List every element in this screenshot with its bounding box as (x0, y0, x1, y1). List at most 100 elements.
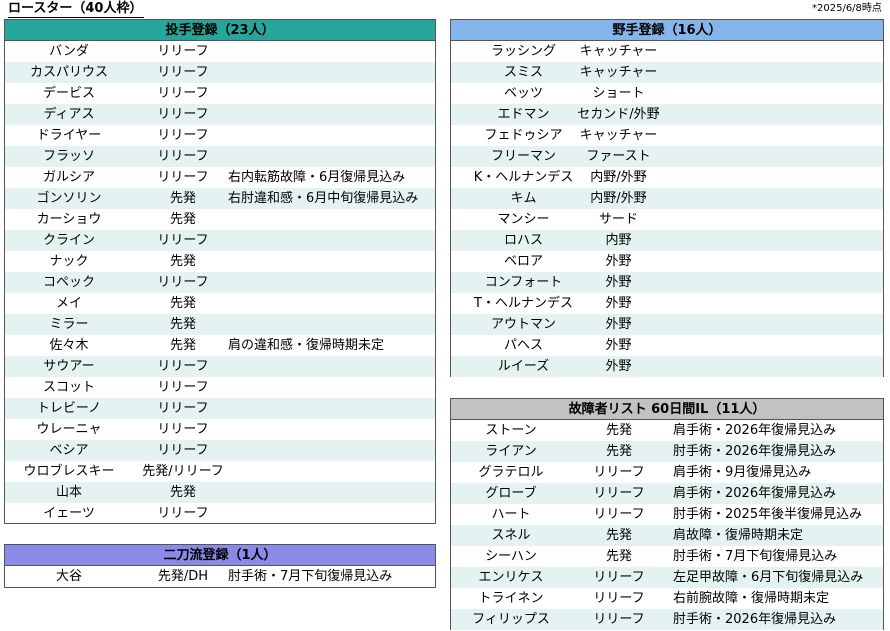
table-row: ラッシング キャッチャー (451, 41, 883, 62)
cell-name: イェーツ (43, 506, 95, 521)
cell-status (228, 125, 438, 146)
cell-role: リリーフ (157, 107, 209, 122)
cell-pos: 外野 (605, 317, 632, 332)
table-row: バンダ リリーフ (5, 41, 435, 62)
table-row: グラテロル リリーフ 肩手術・9月復帰見込み (451, 462, 883, 483)
fielders-heading: 野手登録（16人） (451, 20, 883, 41)
table-row: イェーツ リリーフ (5, 503, 435, 524)
cell-pos: 内野/外野 (590, 191, 647, 206)
table-row: ディアス リリーフ (5, 104, 435, 125)
cell-status (228, 251, 438, 272)
cell-role: リリーフ (157, 275, 209, 290)
cell-role: リリーフ (593, 507, 645, 522)
cell-role: リリーフ (593, 486, 645, 501)
cell-role: 先発 (605, 528, 632, 543)
cell-name: カスパリウス (29, 65, 108, 80)
table-row: ウレーニャ リリーフ (5, 419, 435, 440)
cell-status (228, 230, 438, 251)
cell-role: 先発/リリーフ (142, 464, 224, 479)
cell-status (228, 83, 438, 104)
table-row: ベロア 外野 (451, 251, 883, 272)
cell-pos: 内野 (605, 233, 632, 248)
table-row: コペック リリーフ (5, 272, 435, 293)
cell-role: リリーフ (157, 422, 209, 437)
cell-status (228, 377, 438, 398)
table-row: ベシア リリーフ (5, 440, 435, 461)
cell-pos: キャッチャー (579, 128, 658, 143)
cell-name: グローブ (485, 486, 537, 501)
cell-status (228, 314, 438, 335)
cell-role: リリーフ (157, 170, 209, 185)
table-row: サウアー リリーフ (5, 356, 435, 377)
table-row: ベッツ ショート (451, 83, 883, 104)
table-row: 大谷 先発/DH 肘手術・7月下旬復帰見込み (5, 566, 435, 587)
twoway-panel: 二刀流登録（1人） 大谷 先発/DH 肘手術・7月下旬復帰見込み (4, 544, 436, 588)
cell-role: 先発 (169, 485, 196, 500)
fielders-list: ラッシング キャッチャー スミス キャッチャー ベッツ ショート エドマン セカンド/外野 フェ… (451, 41, 883, 377)
table-row: T・ヘルナンデス 外野 (451, 293, 883, 314)
cell-pos: 外野 (605, 296, 632, 311)
cell-name: 大谷 (55, 569, 82, 584)
cell-pos: キャッチャー (579, 65, 658, 80)
table-row: フィリップス リリーフ 肘手術・2026年復帰見込み (451, 609, 883, 630)
cell-pos: 外野 (605, 338, 632, 353)
table-row: マンシー サード (451, 209, 883, 230)
cell-role: 先発 (169, 212, 196, 227)
table-row: シーハン 先発 肘手術・7月下旬復帰見込み (451, 546, 883, 567)
table-row: メイ 先発 (5, 293, 435, 314)
cell-status (228, 482, 438, 503)
cell-status (228, 62, 438, 83)
cell-pos: サード (598, 212, 638, 227)
cell-name: メイ (55, 296, 82, 311)
cell-status: 肩故障・復帰時期未定 (673, 528, 804, 543)
table-row: エンリケス リリーフ 左足甲故障・6月下旬復帰見込み (451, 567, 883, 588)
cell-pos: 外野 (605, 254, 632, 269)
table-row: ゴンソリン 先発 右肘違和感・6月中旬復帰見込み (5, 188, 435, 209)
cell-status: 肘手術・7月下旬復帰見込み (673, 549, 838, 564)
table-row: フェドゥシア キャッチャー (451, 125, 883, 146)
cell-status (228, 41, 438, 62)
cell-pos: キャッチャー (579, 44, 658, 59)
cell-role: 先発 (169, 296, 196, 311)
cell-pos: 外野 (605, 275, 632, 290)
injured-heading: 故障者リスト 60日間IL（11人） (451, 399, 883, 420)
cell-role: 先発 (169, 317, 196, 332)
table-row: 佐々木 先発 肩の違和感・復帰時期未定 (5, 335, 435, 356)
cell-status: 肩手術・2026年復帰見込み (673, 423, 837, 438)
cell-name: ガルシア (42, 170, 95, 185)
table-row: フリーマン ファースト (451, 146, 883, 167)
cell-name: スコット (42, 380, 95, 395)
cell-name: 山本 (55, 485, 82, 500)
table-row: カスパリウス リリーフ (5, 62, 435, 83)
table-row: グローブ リリーフ 肩手術・2026年復帰見込み (451, 483, 883, 504)
cell-name: ベシア (49, 443, 89, 458)
cell-role: リリーフ (157, 44, 209, 59)
cell-status (228, 461, 438, 482)
table-row: エドマン セカンド/外野 (451, 104, 883, 125)
as-of-date: *2025/6/8時点 (812, 3, 882, 14)
table-row: トレビーノ リリーフ (5, 398, 435, 419)
cell-name: ハート (491, 507, 531, 522)
table-row: デービス リリーフ (5, 83, 435, 104)
table-row: ルイーズ 外野 (451, 356, 883, 377)
cell-pos: セカンド/外野 (577, 107, 660, 122)
cell-name: ドライヤー (36, 128, 102, 143)
table-row: トライネン リリーフ 右前腕故障・復帰時期未定 (451, 588, 883, 609)
table-row: パヘス 外野 (451, 335, 883, 356)
cell-name: バンダ (49, 44, 89, 59)
cell-name: ライアン (485, 444, 537, 459)
cell-status: 肘手術・7月下旬復帰見込み (228, 569, 393, 584)
cell-status: 肩手術・2026年復帰見込み (673, 486, 837, 501)
cell-role: リリーフ (157, 443, 209, 458)
cell-role: 先発 (605, 549, 632, 564)
cell-role: 先発 (169, 338, 196, 353)
pitchers-heading: 投手登録（23人） (5, 20, 435, 41)
page-title: ロースター（40人枠） (8, 1, 145, 18)
cell-name: カーショウ (36, 212, 102, 227)
injured-list: ストーン 先発 肩手術・2026年復帰見込み ライアン 先発 肘手術・2026年復帰見込み… (451, 420, 883, 630)
cell-name: シーハン (485, 549, 537, 564)
cell-status (228, 356, 438, 377)
table-row: ライアン 先発 肘手術・2026年復帰見込み (451, 441, 883, 462)
table-row: ウロブレスキー 先発/リリーフ (5, 461, 435, 482)
pitchers-panel: 投手登録（23人） バンダ リリーフ カスパリウス リリーフ デービス リリーフ ディアスリ… (4, 19, 436, 524)
